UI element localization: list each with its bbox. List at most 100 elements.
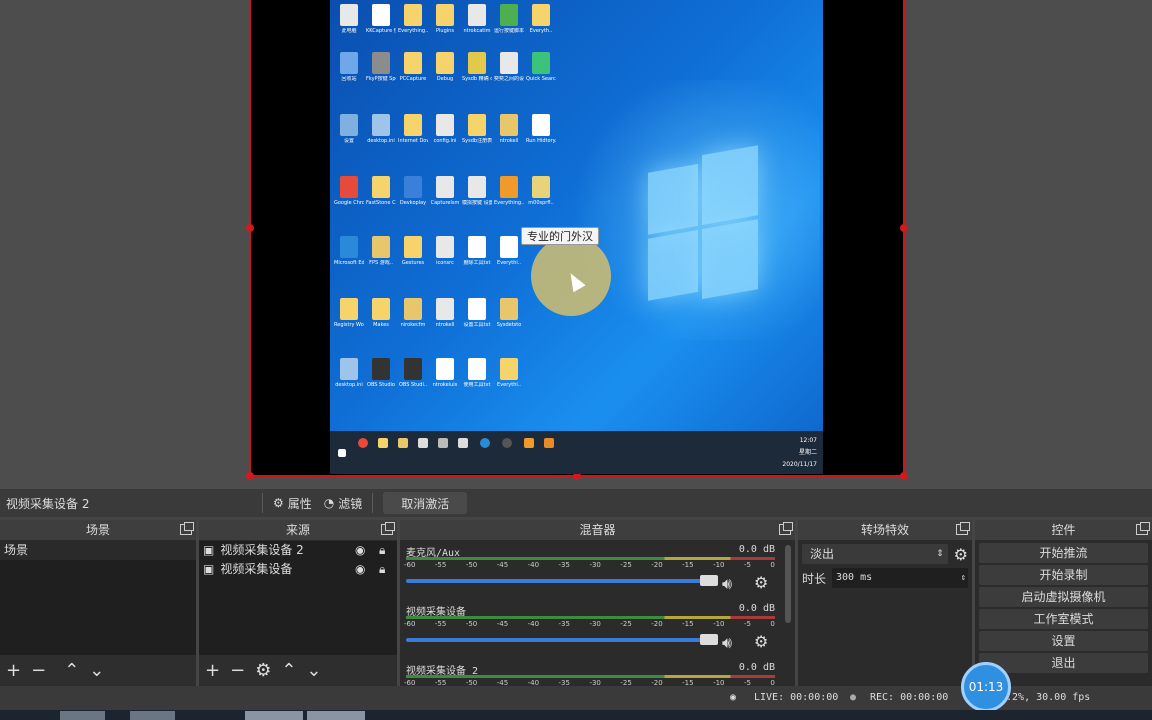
volume-slider-handle[interactable] xyxy=(700,575,718,586)
desktop-icon[interactable]: ntrokeluis xyxy=(430,358,460,388)
desktop-icon[interactable]: ntrokcatim xyxy=(462,4,492,34)
desktop-icon[interactable]: Sysdb注册表 插件配置 xyxy=(462,114,492,144)
move-up-icon[interactable]: ⌃ xyxy=(64,660,79,681)
desktop-icon[interactable]: config.ini xyxy=(430,114,460,144)
transition-select[interactable]: 淡出 ⇕ xyxy=(802,544,948,564)
filters-button[interactable]: ◔ 滤镜 xyxy=(318,492,369,514)
desktop-icon[interactable]: Plugins xyxy=(430,4,460,34)
desktop-icon[interactable]: Sysdb 精确 dbo xyxy=(462,52,492,82)
remove-icon[interactable]: − xyxy=(31,660,46,681)
list-item[interactable]: ▣ 视频采集设备 ◉ 🔒︎ xyxy=(199,560,397,579)
list-item[interactable]: 场景 xyxy=(0,541,196,560)
desktop-icon[interactable]: 设置 xyxy=(334,114,364,144)
lock-icon[interactable]: 🔒︎ xyxy=(379,560,385,579)
desktop-icon[interactable]: m00sprfl.. xyxy=(526,176,556,206)
resize-handle[interactable] xyxy=(900,224,908,232)
gear-icon[interactable]: ⚙ xyxy=(954,545,968,564)
resize-handle[interactable] xyxy=(900,472,908,480)
start-streaming-button[interactable]: 开始推流 xyxy=(979,543,1148,563)
float-dock-icon[interactable] xyxy=(1136,522,1150,535)
desktop-icon[interactable]: Run Hidtory.rv xyxy=(526,114,556,144)
taskbar-item[interactable] xyxy=(307,711,365,720)
settings-button[interactable]: 设置 xyxy=(979,631,1148,651)
eye-icon[interactable]: ◉ xyxy=(355,541,365,560)
volume-slider[interactable] xyxy=(406,638,712,642)
desktop-icon[interactable]: FPS 游戏.. xyxy=(366,236,396,266)
desktop-icon[interactable]: Sysdetsto xyxy=(494,298,524,328)
resize-handle[interactable] xyxy=(246,224,254,232)
gear-icon[interactable]: ⚙ xyxy=(255,660,271,681)
desktop-icon[interactable]: Microsoft Edge xyxy=(334,236,364,266)
desktop-icon[interactable]: Everyth.. xyxy=(526,4,556,34)
start-recording-button[interactable]: 开始录制 xyxy=(979,565,1148,585)
speaker-icon[interactable]: 🔊︎ xyxy=(722,574,732,594)
spin-icon[interactable]: ⇕ xyxy=(961,568,966,588)
desktop-icon[interactable]: Internet Downl.. xyxy=(398,114,428,144)
taskbar-item[interactable] xyxy=(60,711,105,720)
meter-tick-label: -35 xyxy=(558,679,570,686)
desktop-icon[interactable]: Everything.. xyxy=(494,176,524,206)
remove-icon[interactable]: − xyxy=(230,660,245,681)
speaker-icon[interactable]: 🔊︎ xyxy=(722,633,732,653)
eye-icon[interactable]: ◉ xyxy=(355,560,365,579)
gear-icon[interactable]: ⚙ xyxy=(754,632,768,651)
desktop-icon[interactable]: 删除工具txt xyxy=(462,236,492,266)
desktop-icon[interactable]: Debug xyxy=(430,52,460,82)
float-dock-icon[interactable] xyxy=(180,522,194,535)
desktop-icon[interactable]: 奕奕之间的设 备配置.lnk xyxy=(494,52,524,82)
lock-icon[interactable]: 🔒︎ xyxy=(379,541,385,560)
mixer-channel: 麦克风/Aux 0.0 dB -60 -55 -50 -45 -40 -35 -30 -25 -20… xyxy=(400,541,795,600)
desktop-icon[interactable]: Registry Workshop xyxy=(334,298,364,328)
resize-handle[interactable] xyxy=(246,472,254,480)
start-virtual-camera-button[interactable]: 启动虚拟摄像机 xyxy=(979,587,1148,607)
properties-button[interactable]: ⚙ 属性 xyxy=(267,492,318,514)
meter-ticks: -60 -55 -50 -45 -40 -35 -30 -25 -20 -15 -10 -5 0 xyxy=(404,620,775,628)
desktop-icon[interactable]: iconsrc xyxy=(430,236,460,266)
desktop-icon[interactable]: desktop.ini xyxy=(366,114,396,144)
float-dock-icon[interactable] xyxy=(956,522,970,535)
desktop-icon[interactable]: desktop.ini xyxy=(334,358,364,388)
desktop-icon[interactable]: Gestures xyxy=(398,236,428,266)
list-item[interactable]: ▣ 视频采集设备 2 ◉ 🔒︎ xyxy=(199,541,397,560)
desktop-icon[interactable]: Google Chrome xyxy=(334,176,364,206)
desktop-icon[interactable]: Everythi.. xyxy=(494,236,524,266)
float-dock-icon[interactable] xyxy=(381,522,395,535)
desktop-icon[interactable]: FkyP按键 Spe .. xyxy=(366,52,396,82)
desktop-icon[interactable]: 使用工具txt xyxy=(462,358,492,388)
desktop-icon[interactable]: 模拟按键 设置PSD xyxy=(462,176,492,206)
desktop-icon[interactable]: OBS Studio xyxy=(366,358,396,388)
taskbar-item[interactable] xyxy=(130,711,175,720)
gear-icon[interactable]: ⚙ xyxy=(754,573,768,592)
deactivate-button[interactable]: 取消激活 xyxy=(383,492,468,514)
desktop-icon[interactable]: 运行按键脚本 Sysdb.. xyxy=(494,4,524,34)
desktop-icon[interactable]: Quick Search xyxy=(526,52,556,82)
desktop-icon[interactable]: ntrokeil xyxy=(494,114,524,144)
desktop-icon[interactable]: 回收站 xyxy=(334,52,364,82)
studio-mode-button[interactable]: 工作室模式 xyxy=(979,609,1148,629)
move-down-icon[interactable]: ⌄ xyxy=(89,660,104,681)
add-icon[interactable]: + xyxy=(205,660,220,681)
desktop-icon[interactable]: Makes xyxy=(366,298,396,328)
desktop-icon[interactable]: nirokecfm xyxy=(398,298,428,328)
desktop-icon[interactable]: Devkoplay xyxy=(398,176,428,206)
desktop-icon-label: ntrokeil xyxy=(499,138,519,144)
desktop-icon[interactable]: FastStone Capture xyxy=(366,176,396,206)
desktop-icon[interactable]: ntrokell xyxy=(430,298,460,328)
desktop-icon[interactable]: PCCapture xyxy=(398,52,428,82)
add-icon[interactable]: + xyxy=(6,660,21,681)
desktop-icon[interactable]: 设置工具txt xyxy=(462,298,492,328)
desktop-icon[interactable]: Everythi.. xyxy=(494,358,524,388)
desktop-icon[interactable]: OBS Studi.. xyxy=(398,358,428,388)
recording-timer-badge[interactable]: 01:13 xyxy=(961,662,1011,712)
volume-slider-handle[interactable] xyxy=(700,634,718,645)
float-dock-icon[interactable] xyxy=(779,522,793,535)
taskbar-item[interactable] xyxy=(245,711,303,720)
desktop-icon[interactable]: 此电脑 xyxy=(334,4,364,34)
volume-slider[interactable] xyxy=(406,579,712,583)
duration-input[interactable]: 300 ms ⇕ xyxy=(832,568,968,588)
move-down-icon[interactable]: ⌄ xyxy=(306,660,321,681)
desktop-icon[interactable]: KKCapture 快速.. xyxy=(366,4,396,34)
desktop-icon[interactable]: Capturelsm xyxy=(430,176,460,206)
move-up-icon[interactable]: ⌃ xyxy=(281,660,296,681)
desktop-icon[interactable]: Everything.. xyxy=(398,4,428,34)
